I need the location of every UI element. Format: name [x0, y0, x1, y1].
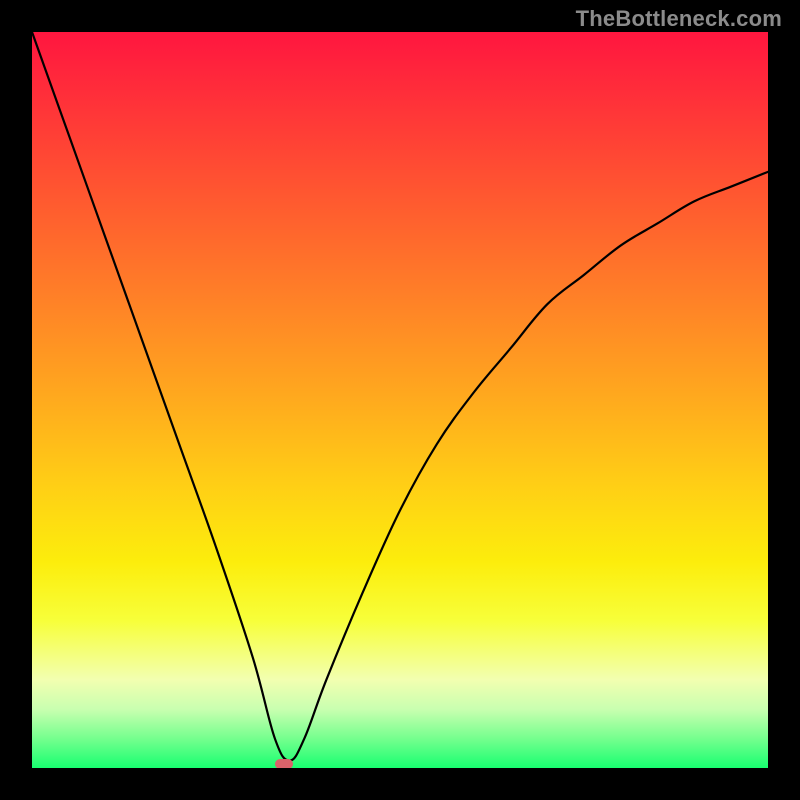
minimum-marker — [275, 759, 293, 768]
curve-svg — [32, 32, 768, 768]
watermark-text: TheBottleneck.com — [576, 6, 782, 32]
chart-frame: TheBottleneck.com — [0, 0, 800, 800]
bottleneck-curve — [32, 32, 768, 761]
plot-area — [32, 32, 768, 768]
